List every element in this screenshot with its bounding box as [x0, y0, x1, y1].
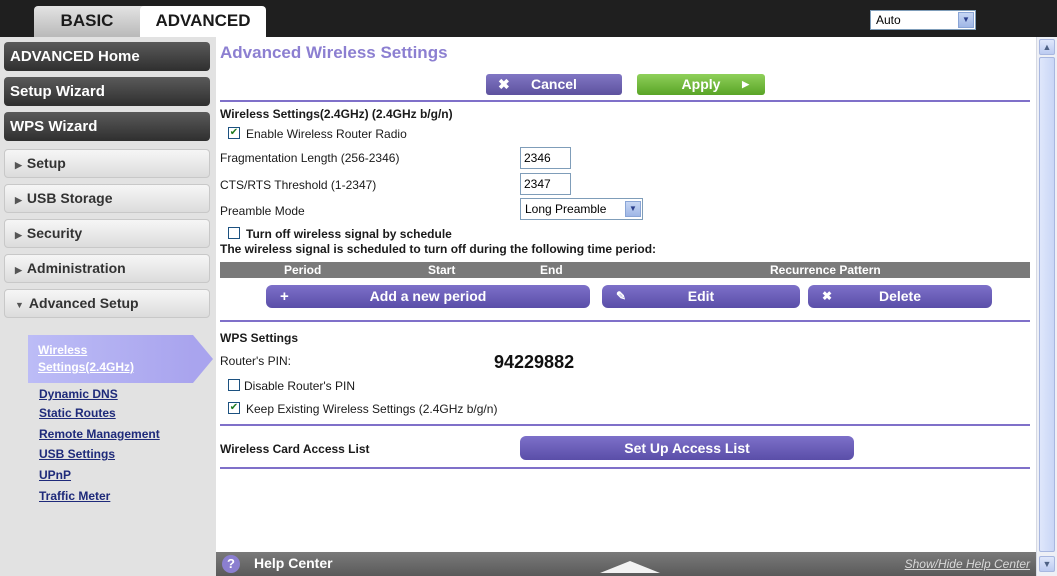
sidebar-section-label: USB Storage	[26, 190, 113, 206]
triangle-right-icon: ▶	[15, 230, 22, 240]
sidebar-advanced-home[interactable]: ADVANCED Home	[4, 42, 210, 71]
language-select[interactable]: Auto ▼	[870, 10, 976, 30]
sidebar-item-label: Setup Wizard	[10, 83, 105, 100]
enable-radio-label: Enable Wireless Router Radio	[246, 127, 407, 141]
disable-pin-checkbox[interactable]	[228, 379, 240, 391]
divider	[220, 100, 1030, 102]
sidebar-section-advanced-setup[interactable]: ▼ Advanced Setup	[4, 289, 210, 318]
tab-advanced[interactable]: ADVANCED	[140, 6, 266, 37]
sidebar-item-label: ADVANCED Home	[10, 48, 140, 65]
triangle-right-icon: ▶	[15, 195, 22, 205]
close-icon: ✖	[498, 76, 510, 92]
triangle-right-icon: ▶	[15, 265, 22, 275]
wps-heading: WPS Settings	[220, 331, 299, 345]
sidebar-item-label: WPS Wizard	[10, 118, 98, 135]
sidebar-section-setup[interactable]: ▶ Setup	[4, 149, 210, 178]
sidebar-section-label: Security	[26, 225, 83, 241]
sidebar-section-label: Advanced Setup	[28, 295, 139, 311]
apply-label: Apply	[681, 76, 721, 92]
col-recurrence: Recurrence Pattern	[770, 263, 881, 277]
sidebar-section-administration[interactable]: ▶ Administration	[4, 254, 210, 283]
help-icon: ?	[222, 555, 240, 573]
edit-button[interactable]: ✎ Edit	[602, 285, 800, 308]
sidebar-sub-wireless-active[interactable]: Wireless Settings(2.4GHz)	[28, 335, 213, 383]
preamble-label: Preamble Mode	[220, 204, 305, 218]
triangle-right-icon: ▶	[15, 160, 22, 170]
divider	[220, 320, 1030, 322]
chevron-down-icon[interactable]: ▼	[958, 12, 974, 28]
divider	[220, 467, 1030, 469]
sidebar-section-security[interactable]: ▶ Security	[4, 219, 210, 248]
sidebar: ADVANCED Home Setup Wizard WPS Wizard ▶ S…	[0, 37, 216, 576]
cts-input[interactable]: 2347	[520, 173, 571, 195]
keep-settings-checkbox[interactable]: ✔	[228, 402, 240, 414]
triangle-down-icon: ▼	[15, 300, 24, 310]
divider	[220, 424, 1030, 426]
scroll-up-icon[interactable]: ▲	[1039, 39, 1055, 55]
preamble-select[interactable]: Long Preamble ▼	[520, 198, 643, 220]
arrow-right-icon: ▶	[742, 79, 749, 89]
set-up-access-list-button[interactable]: Set Up Access List	[520, 436, 854, 460]
schedule-checkbox[interactable]	[228, 227, 240, 239]
frag-input[interactable]: 2346	[520, 147, 571, 169]
sidebar-sub-remote-management[interactable]: Remote Management	[39, 427, 160, 441]
cancel-button[interactable]: ✖ Cancel	[486, 74, 622, 95]
help-center-bar[interactable]: ? Help Center Show/Hide Help Center	[216, 552, 1036, 576]
col-start: Start	[428, 263, 456, 277]
delete-button[interactable]: ✖ Delete	[808, 285, 992, 308]
sidebar-sub-traffic-meter[interactable]: Traffic Meter	[39, 489, 110, 503]
show-hide-help-link[interactable]: Show/Hide Help Center	[905, 557, 1030, 571]
schedule-label: Turn off wireless signal by schedule	[246, 227, 452, 241]
delete-label: Delete	[878, 288, 922, 304]
preamble-value: Long Preamble	[525, 202, 607, 216]
active-pointer	[193, 335, 213, 383]
expand-arrow-icon[interactable]	[600, 561, 660, 573]
sidebar-section-usb-storage[interactable]: ▶ USB Storage	[4, 184, 210, 213]
add-period-label: Add a new period	[369, 288, 487, 304]
enable-radio-checkbox[interactable]: ✔	[228, 127, 240, 139]
sidebar-sub-label: Wireless Settings(2.4GHz)	[38, 343, 135, 374]
col-end: End	[540, 263, 563, 277]
schedule-table-header: Period Start End Recurrence Pattern	[220, 262, 1030, 278]
disable-pin-label: Disable Router's PIN	[244, 379, 355, 393]
edit-label: Edit	[687, 288, 715, 304]
keep-settings-label: Keep Existing Wireless Settings (2.4GHz …	[246, 402, 498, 416]
add-period-button[interactable]: + Add a new period	[266, 285, 590, 308]
col-period: Period	[284, 263, 322, 277]
frag-label: Fragmentation Length (256-2346)	[220, 151, 400, 165]
apply-button[interactable]: Apply ▶	[637, 74, 765, 95]
access-list-label: Wireless Card Access List	[220, 442, 370, 456]
sidebar-setup-wizard[interactable]: Setup Wizard	[4, 77, 210, 106]
wireless-heading: Wireless Settings(2.4GHz) (2.4GHz b/g/n)	[220, 107, 453, 121]
sidebar-section-label: Setup	[26, 155, 66, 171]
scroll-thumb[interactable]	[1039, 57, 1055, 552]
sidebar-sub-static-routes[interactable]: Static Routes	[39, 406, 116, 420]
router-pin-value: 94229882	[494, 352, 575, 372]
schedule-note: The wireless signal is scheduled to turn…	[220, 242, 657, 256]
tab-basic-label: BASIC	[60, 11, 114, 30]
sidebar-sub-upnp[interactable]: UPnP	[39, 468, 71, 482]
main-content: Advanced Wireless Settings ✖ Cancel Apply…	[216, 37, 1036, 561]
chevron-down-icon[interactable]: ▼	[625, 201, 641, 217]
sidebar-section-label: Administration	[26, 260, 126, 276]
top-bar: BASIC ADVANCED Auto ▼	[0, 0, 1057, 37]
pin-label: Router's PIN:	[220, 354, 291, 368]
sidebar-sub-dynamic-dns[interactable]: Dynamic DNS	[39, 387, 118, 401]
router-admin-window: BASIC ADVANCED Auto ▼ ADVANCED Home Setup…	[0, 0, 1057, 576]
scrollbar[interactable]: ▲ ▼	[1036, 37, 1057, 576]
cts-label: CTS/RTS Threshold (1-2347)	[220, 178, 377, 192]
sidebar-sub-usb-settings[interactable]: USB Settings	[39, 447, 115, 461]
language-value: Auto	[876, 13, 901, 27]
scroll-down-icon[interactable]: ▼	[1039, 556, 1055, 572]
help-title: Help Center	[254, 555, 333, 571]
page-title: Advanced Wireless Settings	[220, 43, 448, 62]
cancel-label: Cancel	[531, 76, 577, 92]
tab-advanced-label: ADVANCED	[155, 11, 251, 30]
sidebar-wps-wizard[interactable]: WPS Wizard	[4, 112, 210, 141]
